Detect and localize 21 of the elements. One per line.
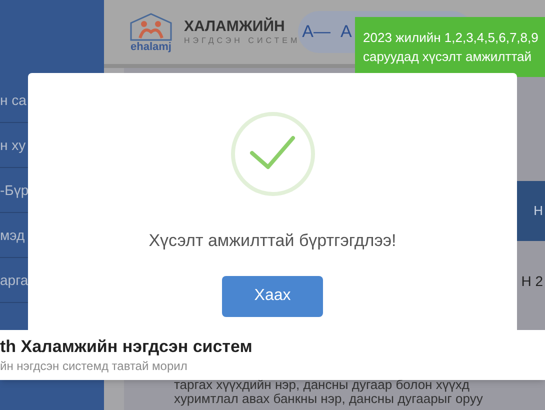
close-button[interactable]: Хаах xyxy=(222,276,323,316)
body-text: хуримтлал авах банкны нэр, дансны дугаарыг оруу xyxy=(174,392,483,406)
sidebar-item[interactable]: н ху xyxy=(0,134,26,156)
check-icon xyxy=(230,111,316,197)
logo-caption: ehalamj xyxy=(130,42,172,52)
font-size-button[interactable]: A xyxy=(340,19,352,45)
row-label: Н 2 xyxy=(521,272,543,291)
banner-title: th Халамжийн нэгдсэн систем xyxy=(0,336,254,358)
house-family-icon xyxy=(128,12,174,42)
font-size-button[interactable]: A— xyxy=(302,19,330,45)
site-subtitle: НЭГДСЭН СИСТЕМ xyxy=(184,36,300,46)
panel-label: Н xyxy=(534,202,544,220)
sidebar-item[interactable]: -Бүр xyxy=(0,180,29,200)
sidebar-item[interactable]: арга xyxy=(0,270,28,290)
sidebar-item[interactable]: н са xyxy=(0,90,26,110)
site-title: ХАЛАМЖИЙН xyxy=(184,18,286,36)
banner-subtitle: йн нэгдсэн системд тавтай морил xyxy=(0,358,188,374)
toast-message: 2023 жилийн 1,2,3,4,5,6,7,8,9 саруудад хүсэлт амжилттай xyxy=(363,29,540,66)
sidebar-item[interactable]: мэд xyxy=(0,224,25,246)
body-text: таргах хүүхдийн нэр, дансны дугаар болон хүүхд xyxy=(174,378,470,392)
dialog-message: Хүсэлт амжилттай бүртгэгдлээ! xyxy=(148,230,396,252)
